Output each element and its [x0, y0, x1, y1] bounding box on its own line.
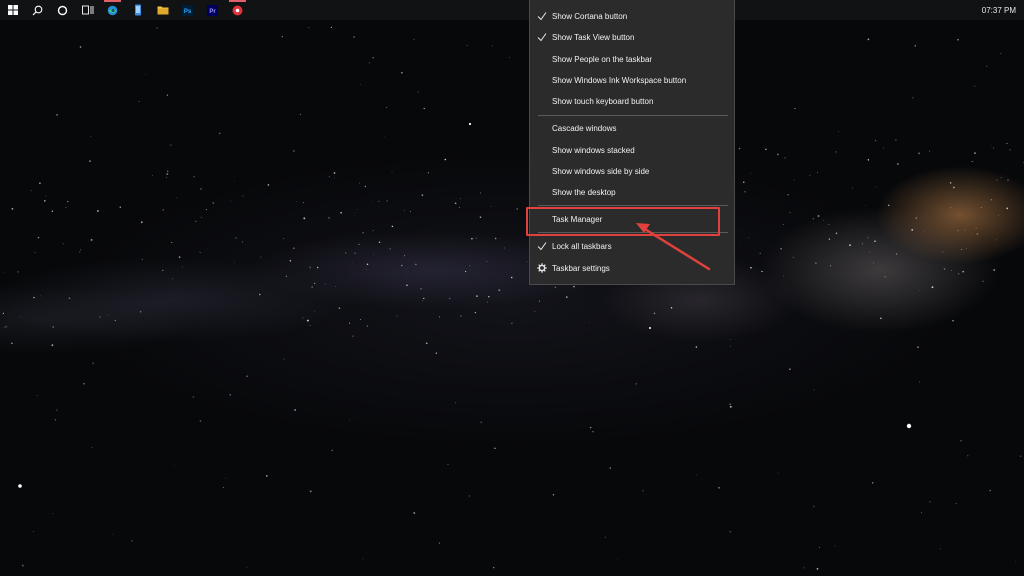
desktop[interactable]: Ps Pr 07:37 PM Show Cortana button Show …: [0, 0, 1024, 576]
annotation-arrow-icon: [636, 223, 711, 271]
